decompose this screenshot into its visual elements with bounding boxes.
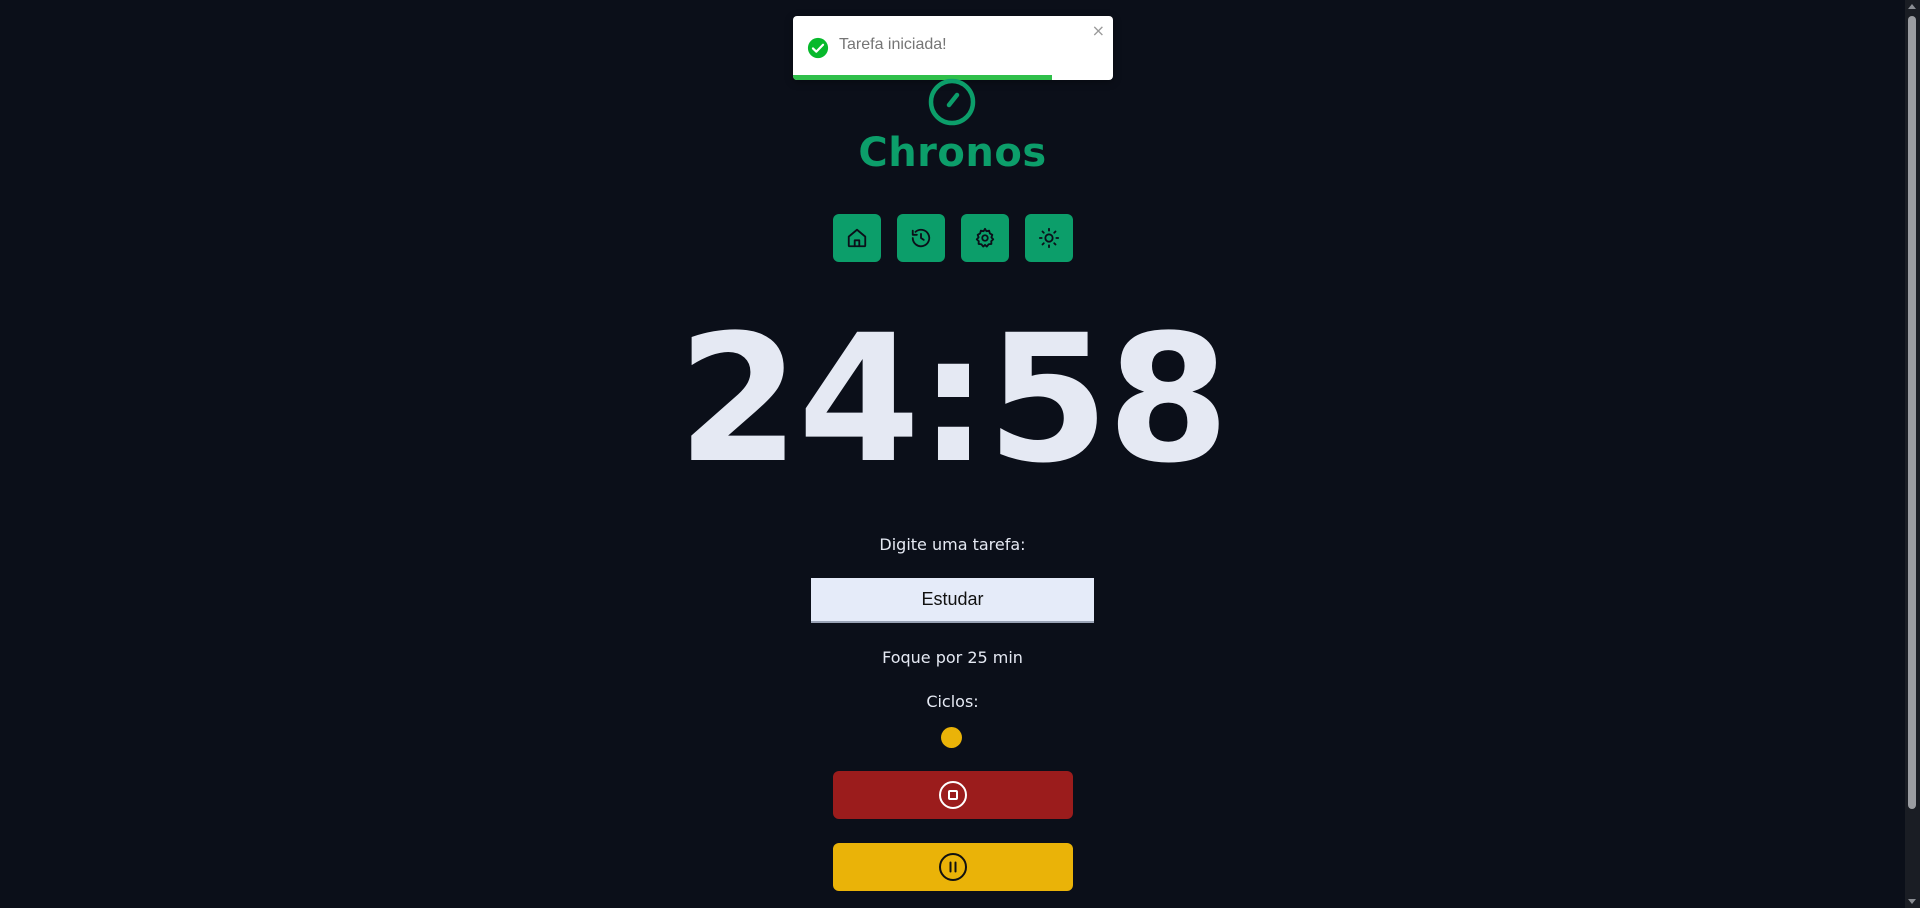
settings-icon (975, 227, 995, 248)
task-input[interactable] (811, 578, 1094, 623)
check-circle-icon (807, 37, 829, 59)
home-button[interactable] (833, 214, 881, 262)
close-icon[interactable]: × (1092, 21, 1105, 41)
toast-notification[interactable]: Tarefa iniciada! × (793, 16, 1113, 80)
app-container: Tarefa iniciada! × Chronos 24:58 Digite … (0, 0, 1905, 908)
pause-circle-icon (939, 853, 967, 881)
stop-button[interactable] (833, 771, 1073, 819)
scroll-down-icon[interactable] (1908, 899, 1916, 904)
history-icon (911, 228, 931, 248)
cycles-label: Ciclos: (926, 692, 979, 711)
app-title: Chronos (858, 130, 1047, 176)
toast-message: Tarefa iniciada! (839, 36, 947, 53)
focus-duration-text: Foque por 25 min (882, 648, 1023, 667)
page-scrollbar[interactable] (1905, 0, 1920, 908)
scrollbar-thumb[interactable] (1908, 16, 1916, 809)
scroll-up-icon[interactable] (1908, 4, 1916, 9)
timer-icon (928, 78, 976, 126)
pause-button[interactable] (833, 843, 1073, 891)
toast-progress-bar (793, 75, 1053, 80)
cycle-indicator (941, 727, 962, 748)
task-label: Digite uma tarefa: (879, 535, 1026, 554)
settings-button[interactable] (961, 214, 1009, 262)
stop-circle-icon (939, 781, 967, 809)
main-nav (833, 214, 1073, 262)
home-icon (847, 228, 867, 248)
countdown-display: 24:58 (677, 297, 1229, 502)
sun-icon (1038, 227, 1060, 249)
history-button[interactable] (897, 214, 945, 262)
theme-toggle-button[interactable] (1025, 214, 1073, 262)
